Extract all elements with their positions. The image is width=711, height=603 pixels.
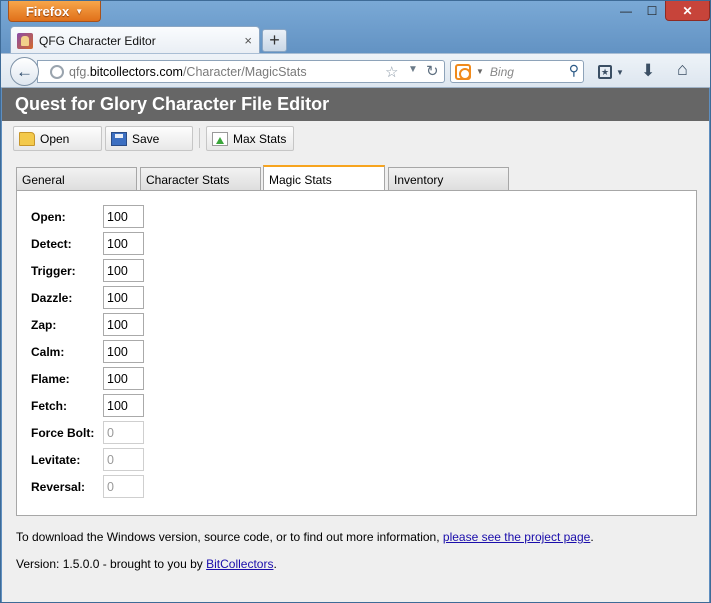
globe-icon	[50, 64, 64, 79]
bing-search-engine-icon[interactable]	[455, 63, 471, 80]
back-button[interactable]: ←	[10, 57, 39, 86]
new-tab-button[interactable]: +	[262, 29, 287, 52]
tab-inventory[interactable]: Inventory	[388, 167, 509, 190]
tab-general[interactable]: General	[16, 167, 137, 190]
stat-label: Dazzle:	[31, 290, 73, 305]
downloads-icon[interactable]: ⬇	[641, 61, 655, 81]
folder-icon	[19, 131, 35, 146]
tab-character-stats[interactable]: Character Stats	[140, 167, 261, 190]
stat-label: Levitate:	[31, 452, 81, 467]
navigation-bar: qfg.bitcollectors.com/Character/MagicSta…	[1, 53, 710, 88]
magnifier-search-icon[interactable]: ⚲	[569, 62, 579, 79]
search-input[interactable]: Bing	[490, 65, 514, 79]
browser-tab-title: QFG Character Editor	[39, 33, 156, 48]
project-page-link[interactable]: please see the project page	[443, 530, 590, 544]
page-title: Quest for Glory Character File Editor	[2, 88, 709, 121]
stat-row-dazzle: Dazzle: 100	[31, 285, 144, 310]
search-engine-dropdown-icon[interactable]: ▼	[476, 67, 484, 76]
bitcollectors-link[interactable]: BitCollectors	[206, 557, 273, 571]
stat-label: Calm:	[31, 344, 65, 359]
toolbar: Open Save Max Stats	[2, 121, 709, 161]
stat-trigger-input[interactable]: 100	[103, 259, 144, 282]
max-stats-button[interactable]: Max Stats	[206, 126, 294, 151]
download-info-text: To download the Windows version, source …	[16, 530, 594, 544]
bookmarks-icon: ★	[598, 65, 613, 79]
stat-row-flame: Flame: 100	[31, 366, 144, 391]
browser-tab-active[interactable]: QFG Character Editor ×	[10, 26, 260, 54]
stat-label: Flame:	[31, 371, 70, 386]
stat-open-input[interactable]: 100	[103, 205, 144, 228]
url-bar[interactable]: qfg.bitcollectors.com/Character/MagicSta…	[37, 60, 445, 83]
stat-label: Trigger:	[31, 263, 76, 278]
stat-label: Detect:	[31, 236, 72, 251]
stat-label: Force Bolt:	[31, 425, 95, 440]
stat-label: Fetch:	[31, 398, 67, 413]
stat-zap-input[interactable]: 100	[103, 313, 144, 336]
url-history-dropdown-icon[interactable]: ▼	[408, 64, 418, 75]
max-stats-icon	[212, 131, 228, 146]
open-button[interactable]: Open	[13, 126, 102, 151]
tab-magic-stats[interactable]: Magic Stats	[263, 165, 385, 191]
tab-close-icon[interactable]: ×	[244, 33, 252, 48]
stat-row-fetch: Fetch: 100	[31, 393, 144, 418]
back-arrow-icon: ←	[16, 61, 33, 81]
maximize-button[interactable]: ☐	[639, 1, 665, 21]
stat-row-force-bolt: Force Bolt: 0	[31, 420, 144, 445]
stat-label: Zap:	[31, 317, 57, 332]
chevron-down-icon: ▼	[616, 67, 624, 77]
reload-icon[interactable]: ↻	[426, 62, 439, 80]
close-window-button[interactable]: ✕	[665, 1, 710, 21]
toolbar-separator	[199, 128, 200, 148]
stat-dazzle-input[interactable]: 100	[103, 286, 144, 309]
url-text[interactable]: qfg.bitcollectors.com/Character/MagicSta…	[69, 65, 307, 79]
firefox-menu-label: Firefox	[25, 3, 70, 19]
magic-stats-panel: Open: 100 Detect: 100 Trigger: 100 Dazzl…	[16, 190, 697, 516]
stat-fetch-input[interactable]: 100	[103, 394, 144, 417]
browser-window: Firefox ▼ — ☐ ✕ QFG Character Editor × +…	[0, 0, 711, 603]
stat-label: Reversal:	[31, 479, 86, 494]
stat-force-bolt-input: 0	[103, 421, 144, 444]
minimize-button[interactable]: —	[613, 1, 639, 21]
bookmark-star-icon[interactable]: ☆	[385, 63, 398, 81]
firefox-menu-button[interactable]: Firefox ▼	[8, 1, 101, 22]
save-button[interactable]: Save	[105, 126, 193, 151]
search-bar[interactable]: ▼ Bing ⚲	[450, 60, 584, 83]
bookmarks-menu-button[interactable]: ★ ▼	[595, 62, 627, 82]
version-text: Version: 1.5.0.0 - brought to you by Bit…	[16, 557, 277, 571]
qfg-favicon-icon	[17, 32, 33, 49]
stat-row-trigger: Trigger: 100	[31, 258, 144, 283]
stat-calm-input[interactable]: 100	[103, 340, 144, 363]
stat-reversal-input: 0	[103, 475, 144, 498]
stat-row-zap: Zap: 100	[31, 312, 144, 337]
stat-row-reversal: Reversal: 0	[31, 474, 144, 499]
stat-row-detect: Detect: 100	[31, 231, 144, 256]
home-icon[interactable]: ⌂	[677, 59, 688, 80]
stat-row-calm: Calm: 100	[31, 339, 144, 364]
chevron-down-icon: ▼	[75, 6, 84, 16]
stat-row-levitate: Levitate: 0	[31, 447, 144, 472]
stat-levitate-input: 0	[103, 448, 144, 471]
stat-detect-input[interactable]: 100	[103, 232, 144, 255]
stat-label: Open:	[31, 209, 66, 224]
stat-row-open: Open: 100	[31, 204, 144, 229]
stat-flame-input[interactable]: 100	[103, 367, 144, 390]
floppy-disk-icon	[111, 131, 127, 146]
